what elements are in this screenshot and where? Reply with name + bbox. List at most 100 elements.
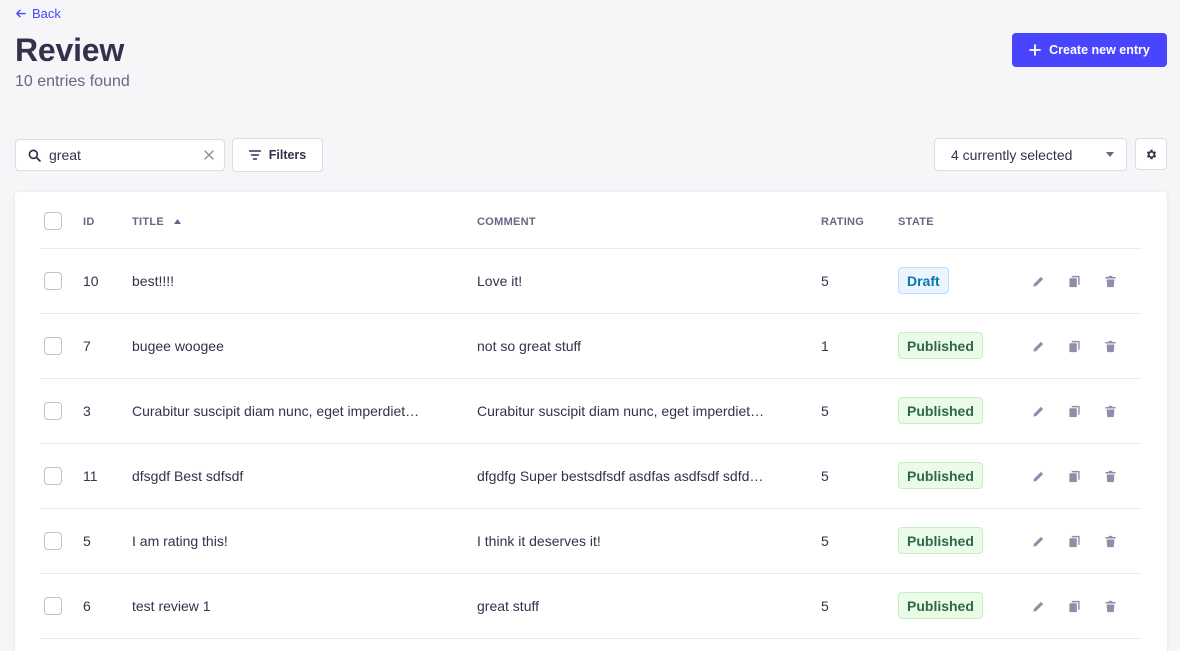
status-badge: Published — [898, 592, 983, 619]
row-checkbox[interactable] — [44, 272, 62, 290]
search-icon — [28, 149, 41, 162]
filters-label: Filters — [268, 148, 307, 162]
delete-button[interactable] — [1103, 599, 1117, 613]
cell-id: 7 — [83, 338, 91, 354]
cell-title: Curabitur suscipit diam nunc, eget imper… — [132, 403, 420, 419]
cell-id: 5 — [83, 533, 91, 549]
trash-icon — [1104, 340, 1116, 352]
cell-rating: 5 — [821, 533, 829, 549]
row-checkbox[interactable] — [44, 337, 62, 355]
duplicate-button[interactable] — [1067, 274, 1081, 288]
sort-up-icon — [174, 219, 182, 224]
pencil-icon — [1032, 406, 1043, 417]
column-header-comment[interactable]: Comment — [477, 216, 536, 228]
delete-button[interactable] — [1103, 534, 1117, 548]
status-badge: Draft — [898, 267, 949, 294]
row-checkbox[interactable] — [44, 532, 62, 550]
duplicate-icon — [1068, 405, 1080, 417]
duplicate-button[interactable] — [1067, 534, 1081, 548]
pencil-icon — [1032, 471, 1043, 482]
trash-icon — [1104, 600, 1116, 612]
filter-icon — [248, 150, 261, 160]
duplicate-icon — [1068, 340, 1080, 352]
row-checkbox[interactable] — [44, 467, 62, 485]
entries-table: ID Title Comment Rating State 10 best!!!… — [15, 192, 1167, 651]
trash-icon — [1104, 535, 1116, 547]
table-row[interactable]: 5 I am rating this! I think it deserves … — [40, 509, 1142, 574]
back-label: Back — [32, 6, 61, 21]
entries-count: 10 entries found — [15, 73, 130, 90]
table-row[interactable]: 10 best!!!! Love it! 5 Draft — [40, 249, 1142, 314]
pencil-icon — [1032, 341, 1043, 352]
edit-button[interactable] — [1031, 599, 1045, 613]
cell-title: dfsgdf Best sdfsdf — [132, 468, 244, 484]
delete-button[interactable] — [1103, 469, 1117, 483]
cell-title: best!!!! — [132, 273, 175, 289]
gear-icon — [1146, 149, 1156, 159]
cell-rating: 1 — [821, 338, 829, 354]
select-all-checkbox[interactable] — [44, 212, 62, 230]
duplicate-button[interactable] — [1067, 599, 1081, 613]
search-input[interactable] — [49, 147, 189, 163]
column-header-rating[interactable]: Rating — [821, 216, 864, 228]
column-header-id[interactable]: ID — [83, 216, 95, 228]
cell-id: 10 — [83, 273, 99, 289]
cell-rating: 5 — [821, 598, 829, 614]
row-checkbox[interactable] — [44, 402, 62, 420]
cell-id: 3 — [83, 403, 91, 419]
search-box — [15, 139, 225, 171]
status-badge: Published — [898, 527, 983, 554]
cell-comment: not so great stuff — [477, 338, 582, 354]
duplicate-icon — [1068, 535, 1080, 547]
table-row[interactable]: 6 test review 1 great stuff 5 Published — [40, 574, 1142, 639]
settings-button[interactable] — [1135, 138, 1167, 170]
table-row[interactable]: 3 Curabitur suscipit diam nunc, eget imp… — [40, 379, 1142, 444]
cell-comment: great stuff — [477, 598, 540, 614]
pencil-icon — [1032, 276, 1043, 287]
edit-button[interactable] — [1031, 534, 1045, 548]
filters-button[interactable]: Filters — [232, 138, 323, 172]
duplicate-button[interactable] — [1067, 339, 1081, 353]
pencil-icon — [1032, 601, 1043, 612]
back-link[interactable]: Back — [15, 6, 61, 21]
cell-title: test review 1 — [132, 598, 211, 614]
edit-button[interactable] — [1031, 339, 1045, 353]
column-header-state[interactable]: State — [898, 216, 934, 228]
create-entry-label: Create new entry — [1049, 43, 1150, 57]
table-row[interactable]: 7 bugee woogee not so great stuff 1 Publ… — [40, 314, 1142, 379]
cell-comment: Love it! — [477, 273, 523, 289]
delete-button[interactable] — [1103, 404, 1117, 418]
trash-icon — [1104, 275, 1116, 287]
trash-icon — [1104, 470, 1116, 482]
cell-title: I am rating this! — [132, 533, 228, 549]
page-title: Review — [15, 32, 125, 68]
column-header-title-label: Title — [132, 216, 165, 228]
delete-button[interactable] — [1103, 274, 1117, 288]
column-header-title[interactable]: Title — [132, 216, 182, 228]
table-header: ID Title Comment Rating State — [40, 192, 1142, 249]
caret-down-icon — [1106, 152, 1114, 157]
edit-button[interactable] — [1031, 404, 1045, 418]
table-row[interactable]: 11 dfsgdf Best sdfsdf dfgdfg Super bests… — [40, 444, 1142, 509]
edit-button[interactable] — [1031, 469, 1045, 483]
duplicate-button[interactable] — [1067, 404, 1081, 418]
delete-button[interactable] — [1103, 339, 1117, 353]
duplicate-button[interactable] — [1067, 469, 1081, 483]
arrow-left-icon — [16, 9, 26, 18]
cell-id: 11 — [83, 468, 98, 484]
row-checkbox[interactable] — [44, 597, 62, 615]
cell-rating: 5 — [821, 468, 829, 484]
create-entry-button[interactable]: Create new entry — [1012, 33, 1167, 67]
status-badge: Published — [898, 397, 983, 424]
columns-select-value: 4 currently selected — [951, 146, 1073, 163]
close-icon[interactable] — [204, 150, 214, 160]
status-badge: Published — [898, 462, 983, 489]
plus-icon — [1029, 44, 1042, 56]
columns-select[interactable]: 4 currently selected — [934, 138, 1127, 171]
cell-id: 6 — [83, 598, 91, 614]
edit-button[interactable] — [1031, 274, 1045, 288]
cell-comment: Curabitur suscipit diam nunc, eget imper… — [477, 403, 765, 419]
cell-rating: 5 — [821, 273, 829, 289]
cell-title: bugee woogee — [132, 338, 224, 354]
cell-comment: dfgdfg Super bestsdfsdf asdfas asdfsdf s… — [477, 468, 764, 484]
